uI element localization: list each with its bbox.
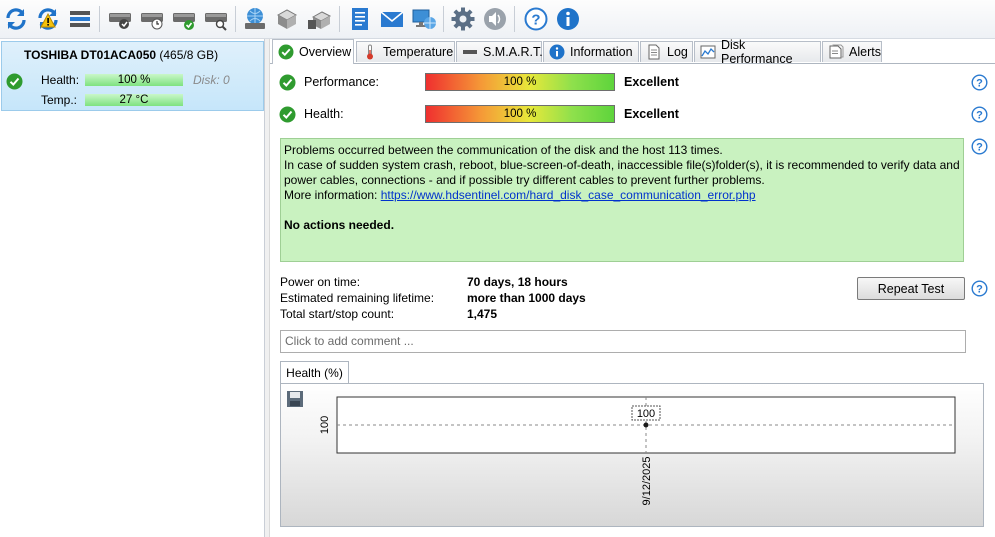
email-icon[interactable] bbox=[378, 5, 406, 33]
message-line-1: Problems occurred between the communicat… bbox=[284, 143, 723, 157]
tab-overview-label: Overview bbox=[299, 45, 352, 59]
message-line-2: In case of sudden system crash, reboot, … bbox=[284, 158, 960, 187]
tab-disk-performance[interactable]: Disk Performance bbox=[694, 38, 821, 66]
start-stop-label: Total start/stop count: bbox=[280, 307, 395, 321]
start-stop-value: 1,475 bbox=[467, 307, 498, 321]
svg-text:?: ? bbox=[976, 110, 983, 122]
message-help-icon[interactable]: ? bbox=[971, 138, 988, 155]
svg-text:?: ? bbox=[976, 142, 983, 154]
health-label: Health: bbox=[304, 107, 344, 121]
disk-schedule-icon[interactable] bbox=[138, 5, 166, 33]
information-icon bbox=[549, 44, 565, 60]
comment-input[interactable]: Click to add comment ... bbox=[280, 330, 966, 353]
health-chart-panel: 100 9/12/2025 100 bbox=[280, 383, 984, 527]
toolbar: ? bbox=[0, 0, 995, 39]
backup-icon[interactable] bbox=[273, 5, 301, 33]
health-rating: Excellent bbox=[624, 107, 679, 121]
performance-label: Performance: bbox=[304, 75, 380, 89]
info-icon[interactable] bbox=[554, 5, 582, 33]
tab-information[interactable]: Information bbox=[543, 41, 639, 62]
more-information-label: More information: bbox=[284, 188, 381, 202]
health-chart: 100 9/12/2025 100 bbox=[319, 396, 956, 506]
health-help-icon[interactable]: ? bbox=[971, 106, 988, 123]
disk-export-icon[interactable] bbox=[305, 5, 333, 33]
tab-temperature-label: Temperature bbox=[383, 45, 454, 59]
performance-meter: 100 % bbox=[425, 73, 615, 91]
tab-temperature[interactable]: Temperature bbox=[356, 41, 455, 62]
more-information-link[interactable]: https://www.hdsentinel.com/hard_disk_cas… bbox=[381, 188, 756, 202]
refresh-icon[interactable] bbox=[2, 5, 30, 33]
disk-test-icon[interactable] bbox=[106, 5, 134, 33]
thermometer-icon bbox=[362, 44, 378, 60]
data-point bbox=[643, 422, 649, 428]
smart-bar-icon bbox=[462, 44, 478, 60]
tab-overview[interactable]: Overview bbox=[272, 39, 354, 64]
tab-bar: Overview Temperature S.M.A.R.T. Informat… bbox=[270, 38, 995, 66]
disk-health-value: 100 % bbox=[117, 74, 151, 86]
x-tick-label: 9/12/2025 bbox=[641, 457, 653, 506]
health-meter: 100 % bbox=[425, 105, 615, 123]
disk-card[interactable]: TOSHIBA DT01ACA050 (465/8 GB) Health: 10… bbox=[1, 41, 264, 111]
performance-value: 100 % bbox=[503, 76, 537, 88]
tab-log-label: Log bbox=[667, 45, 688, 59]
log-document-icon bbox=[646, 44, 662, 60]
network-disk-icon[interactable] bbox=[241, 5, 269, 33]
disk-ok-icon[interactable] bbox=[170, 5, 198, 33]
disk-name: TOSHIBA DT01ACA050 (465/8 GB) bbox=[24, 48, 218, 62]
power-on-label: Power on time: bbox=[280, 275, 361, 289]
tab-information-label: Information bbox=[570, 45, 633, 59]
tab-alerts[interactable]: Alerts bbox=[822, 41, 882, 62]
disk-size: (465/8 GB) bbox=[159, 48, 219, 62]
tab-smart-label: S.M.A.R.T. bbox=[483, 45, 543, 59]
actions-text: No actions needed. bbox=[284, 218, 395, 232]
status-message-box: Problems occurred between the communicat… bbox=[280, 138, 964, 262]
help-icon[interactable]: ? bbox=[522, 5, 550, 33]
lifetime-value: more than 1000 days bbox=[467, 291, 586, 305]
disk-temp-bar: 27 °C bbox=[85, 94, 183, 106]
performance-rating: Excellent bbox=[624, 75, 679, 89]
report-icon[interactable] bbox=[346, 5, 374, 33]
svg-text:?: ? bbox=[531, 12, 540, 29]
performance-chart-icon bbox=[700, 44, 716, 60]
refresh-warning-icon[interactable] bbox=[34, 5, 62, 33]
disk-search-icon[interactable] bbox=[202, 5, 230, 33]
disk-list-icon[interactable] bbox=[66, 5, 94, 33]
disk-health-bar: 100 % bbox=[85, 74, 183, 86]
svg-text:?: ? bbox=[976, 284, 983, 296]
sound-icon[interactable] bbox=[481, 5, 509, 33]
lifetime-label: Estimated remaining lifetime: bbox=[280, 291, 435, 305]
repeat-test-help-icon[interactable]: ? bbox=[971, 280, 988, 297]
performance-ok-icon bbox=[279, 74, 296, 91]
disk-temp-value: 27 °C bbox=[119, 94, 149, 106]
tab-disk-performance-label: Disk Performance bbox=[721, 38, 793, 66]
check-icon bbox=[278, 44, 294, 60]
svg-text:?: ? bbox=[976, 78, 983, 90]
more-information: More information: https://www.hdsentinel… bbox=[284, 188, 960, 203]
disk-index: Disk: 0 bbox=[193, 73, 230, 87]
health-ok-icon bbox=[279, 106, 296, 123]
chart-tab-health[interactable]: Health (%) bbox=[280, 361, 349, 383]
disk-temp-label: Temp.: bbox=[41, 93, 78, 107]
disk-list-pane: TOSHIBA DT01ACA050 (465/8 GB) Health: 10… bbox=[0, 39, 265, 537]
disk-ok-check-icon bbox=[6, 73, 23, 90]
overview-panel: Performance: 100 % Excellent ? Health: 1… bbox=[270, 64, 995, 537]
tab-alerts-label: Alerts bbox=[849, 45, 881, 59]
power-on-value: 70 days, 18 hours bbox=[467, 275, 568, 289]
health-value: 100 % bbox=[503, 108, 537, 120]
y-tick-label: 100 bbox=[319, 416, 331, 434]
tab-log[interactable]: Log bbox=[640, 41, 693, 62]
settings-gear-icon[interactable] bbox=[449, 5, 477, 33]
disk-model: TOSHIBA DT01ACA050 bbox=[24, 48, 157, 62]
tab-smart[interactable]: S.M.A.R.T. bbox=[456, 41, 543, 62]
repeat-test-button[interactable]: Repeat Test bbox=[857, 277, 965, 300]
disk-health-label: Health: bbox=[41, 73, 80, 87]
data-label: 100 bbox=[637, 408, 655, 420]
monitor-icon[interactable] bbox=[410, 5, 438, 33]
alerts-icon bbox=[828, 44, 844, 60]
performance-help-icon[interactable]: ? bbox=[971, 74, 988, 91]
